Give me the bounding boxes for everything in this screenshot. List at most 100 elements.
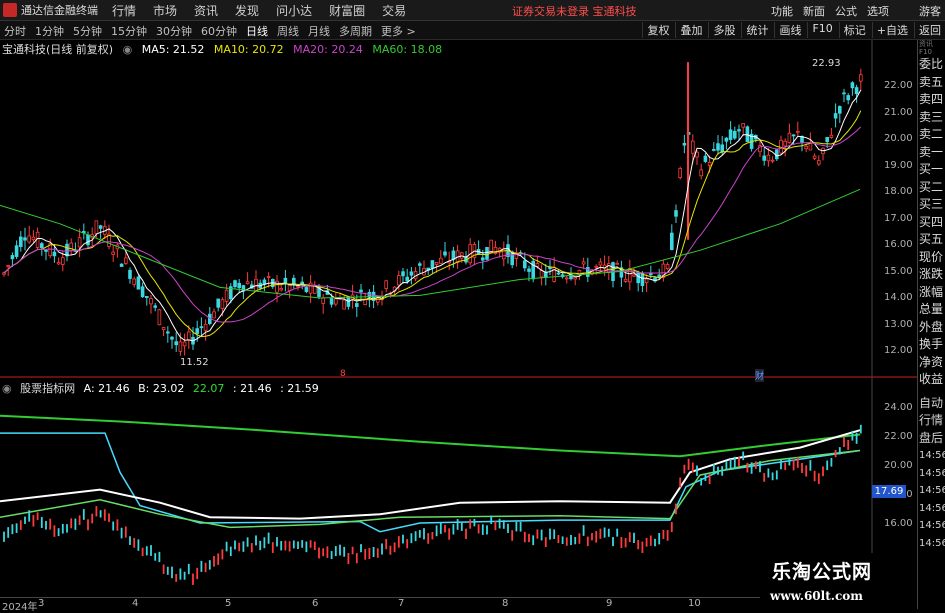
indicator-a: A: 21.46 (83, 382, 130, 395)
candle-body (812, 155, 817, 159)
date-tick: 3 (38, 598, 45, 609)
candle-body (745, 126, 750, 142)
candle-body (762, 155, 766, 161)
candle-body (86, 234, 90, 246)
tab-daily[interactable]: 日线 (246, 23, 268, 39)
candle-body (31, 236, 36, 241)
candle-body (401, 271, 405, 277)
candle-body (98, 225, 103, 229)
candle-body (846, 95, 850, 101)
right-info-panel: 资讯 F10 委比 卖五 卖四 卖三 卖二 卖一 买一 买二 买三 买四 买五 现… (917, 40, 945, 609)
price-tick: 20.00 (884, 133, 913, 144)
tool-f10[interactable]: F10 (807, 22, 836, 38)
tab-multi-period[interactable]: 多周期 (339, 23, 372, 39)
rp-item: 现价 (919, 249, 944, 264)
menu-new-page[interactable]: 新面 (803, 3, 825, 19)
candle-body (111, 251, 116, 255)
candle-body (791, 134, 796, 137)
menu-discover[interactable]: 发现 (235, 2, 259, 19)
menu-function[interactable]: 功能 (771, 3, 793, 19)
guest-label[interactable]: 游客 (919, 3, 941, 19)
candle-body (716, 143, 720, 151)
finance-mark[interactable]: 财 (755, 369, 765, 382)
candle-body (417, 263, 422, 266)
candle-body (640, 272, 645, 286)
candle-body (825, 137, 829, 143)
event-mark[interactable]: 8 (340, 369, 346, 379)
tab-weekly[interactable]: 周线 (277, 23, 299, 39)
menu-quotes[interactable]: 行情 (112, 2, 136, 19)
candle-body (384, 280, 388, 289)
price-tick: 14.00 (884, 292, 913, 303)
menu-ask[interactable]: 问小达 (276, 2, 312, 19)
tool-adjust[interactable]: 复权 (642, 22, 673, 38)
candle-body (817, 160, 821, 165)
rp-quote[interactable]: 行情 (918, 412, 945, 430)
tab-more[interactable]: 更多 > (381, 23, 416, 39)
price-tick: 16.00 (884, 239, 913, 250)
tab-30min[interactable]: 30分钟 (156, 23, 192, 39)
price-tick: 21.00 (884, 107, 913, 118)
candle-body (728, 129, 733, 140)
price-tick: 12.00 (884, 345, 913, 356)
candle-body (556, 272, 561, 275)
ind-white-line (0, 429, 861, 520)
tab-15min[interactable]: 15分钟 (111, 23, 147, 39)
login-notice[interactable]: 证券交易未登录 宝通科技 (512, 3, 637, 19)
candle-body (678, 168, 682, 179)
rp-time: 14:56 (919, 467, 945, 479)
indicator-name[interactable]: 股票指标网 (20, 382, 75, 395)
tool-stats[interactable]: 统计 (741, 22, 772, 38)
tab-60min[interactable]: 60分钟 (201, 23, 237, 39)
candle-body (691, 140, 695, 154)
rp-after-hours[interactable]: 盘后 (918, 430, 945, 448)
candle-body (174, 341, 179, 346)
ma20-line (3, 126, 862, 323)
tool-multi-stock[interactable]: 多股 (708, 22, 739, 38)
menu-trade[interactable]: 交易 (382, 2, 406, 19)
candle-body (682, 142, 687, 146)
candle-body (644, 278, 649, 284)
candle-body (628, 267, 632, 283)
candle-body (18, 236, 23, 247)
candle-body (359, 289, 363, 293)
indicator-dot-icon[interactable]: ◉ (2, 382, 12, 395)
candle-body (144, 296, 149, 298)
ind-tick: 22.00 (884, 431, 913, 442)
menu-market[interactable]: 市场 (153, 2, 177, 19)
kline-chart[interactable] (0, 40, 917, 597)
candle-body (796, 130, 800, 133)
tab-5min[interactable]: 5分钟 (73, 23, 102, 39)
indicator-d: : 21.46 (232, 382, 272, 395)
candle-body (649, 273, 653, 276)
rp-news-tab[interactable]: 资讯 F10 (918, 40, 945, 56)
tab-timeshare[interactable]: 分时 (4, 23, 26, 39)
period-tabs: 分时 1分钟 5分钟 15分钟 30分钟 60分钟 日线 周线 月线 多周期 更… (4, 23, 425, 39)
candle-body (65, 243, 69, 257)
tab-1min[interactable]: 1分钟 (35, 23, 64, 39)
candle-body (304, 287, 309, 293)
tool-draw[interactable]: 画线 (774, 22, 805, 38)
rp-auto[interactable]: 自动 (918, 395, 945, 413)
candle-body (333, 298, 338, 305)
candle-body (132, 278, 137, 285)
candle-body (224, 289, 229, 302)
menu-formula[interactable]: 公式 (835, 3, 857, 19)
tool-overlay[interactable]: 叠加 (675, 22, 706, 38)
menu-wealth[interactable]: 财富圈 (329, 2, 365, 19)
candle-body (804, 145, 808, 150)
tool-add-watchlist[interactable]: +自选 (871, 22, 912, 38)
tool-mark[interactable]: 标记 (838, 22, 870, 38)
tool-back[interactable]: 返回 (914, 22, 945, 38)
menu-options[interactable]: 选项 (867, 3, 889, 19)
candle-body (124, 257, 128, 264)
menu-news[interactable]: 资讯 (194, 2, 218, 19)
rp-item: 卖四 (919, 92, 944, 106)
candle-body (245, 281, 250, 284)
tab-monthly[interactable]: 月线 (308, 23, 330, 39)
watermark-title: 乐淘公式网 (772, 561, 873, 583)
app-logo-icon (3, 3, 17, 17)
indicator-info-line: ◉ 股票指标网 A: 21.46 B: 23.02 22.07 : 21.46 … (2, 380, 324, 396)
rp-item: 涨幅 (919, 284, 944, 299)
candle-body (329, 298, 334, 305)
